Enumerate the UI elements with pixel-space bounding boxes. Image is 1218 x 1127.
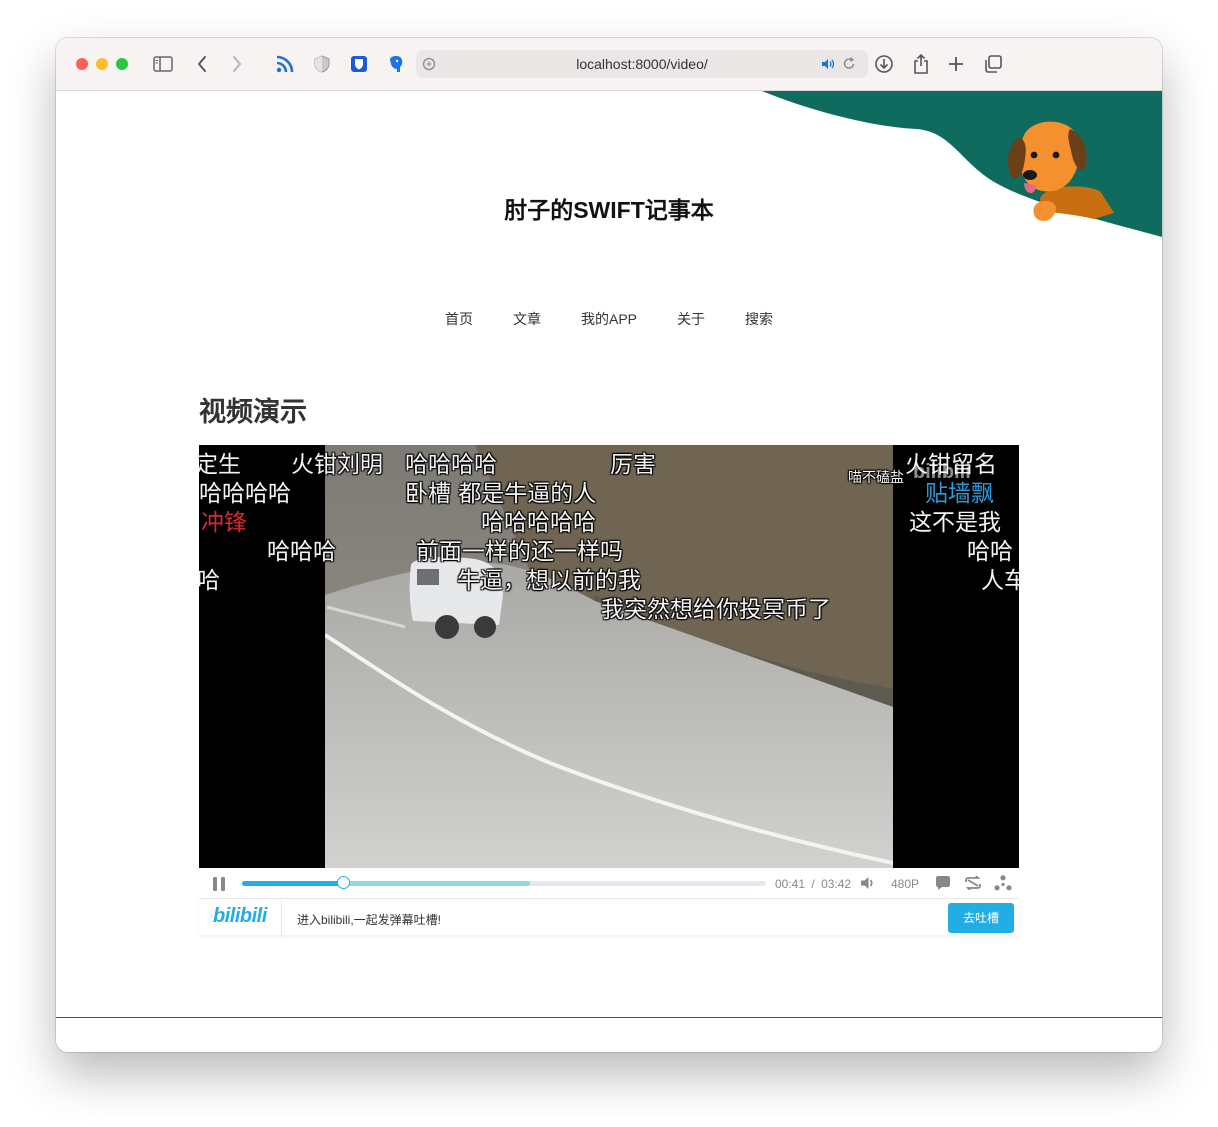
duration: 03:42 (821, 877, 852, 891)
volume-icon[interactable] (860, 876, 876, 890)
loop-icon[interactable] (964, 876, 982, 890)
main-nav: 首页 文章 我的APP 关于 搜索 (56, 309, 1162, 329)
minimize-window-button[interactable] (96, 58, 108, 70)
danmaku-comment: 火钳刘明 (291, 452, 383, 478)
url-text: localhost:8000/video/ (576, 56, 708, 72)
danmaku-comment: 冲锋 (201, 510, 247, 536)
close-window-button[interactable] (76, 58, 88, 70)
bilibili-watermark: bilibili (913, 461, 971, 483)
divider (281, 901, 282, 937)
danmaku-prompt-bar: bilibili 进入bilibili,一起发弹幕吐槽! 去吐槽 (199, 899, 1019, 937)
reload-icon[interactable] (843, 57, 856, 70)
danmaku-comment: 我突然想给你投冥币了 (601, 597, 831, 623)
nav-articles[interactable]: 文章 (513, 309, 541, 329)
browser-toolbar: localhost:8000/video/ (56, 38, 1162, 91)
downloads-icon[interactable] (872, 52, 896, 76)
video-area[interactable]: 定生 火钳刘明 哈哈哈哈 厉害 火钳留名 哈哈哈哈 卧槽 都是牛逼的人 喵不磕盐… (199, 445, 1019, 868)
progress-thumb[interactable] (337, 876, 351, 889)
elephant-extension-icon[interactable] (384, 52, 408, 76)
forward-icon[interactable] (225, 52, 249, 76)
danmaku-toggle-icon[interactable] (935, 876, 951, 891)
time-separator: / (811, 877, 815, 891)
time-display: 00:41 / 03:42 (775, 877, 851, 891)
back-icon[interactable] (190, 52, 214, 76)
zoom-window-button[interactable] (116, 58, 128, 70)
rss-extension-icon[interactable] (273, 52, 297, 76)
bilibili-player: 定生 火钳刘明 哈哈哈哈 厉害 火钳留名 哈哈哈哈 卧槽 都是牛逼的人 喵不磕盐… (199, 445, 1019, 937)
site-title[interactable]: 肘子的SWIFT记事本 (56, 191, 1162, 225)
nav-search[interactable]: 搜索 (745, 309, 773, 329)
danmaku-comment: 哈哈哈 (267, 539, 336, 565)
danmaku-comment: 厉害 (610, 452, 656, 478)
danmaku-comment: 哈 (199, 568, 220, 594)
share-icon[interactable] (909, 52, 933, 76)
quality-selector[interactable]: 480P (891, 877, 919, 891)
bitwarden-extension-icon[interactable] (347, 52, 371, 76)
nav-home[interactable]: 首页 (445, 309, 473, 329)
browser-window: localhost:8000/video/ 肘子的SWIFT记事本 首页 文章 … (56, 38, 1162, 1052)
video-frame (325, 445, 893, 868)
new-tab-icon[interactable] (944, 52, 968, 76)
address-bar[interactable]: localhost:8000/video/ (416, 50, 868, 78)
go-comment-button[interactable]: 去吐槽 (948, 903, 1014, 933)
pause-icon[interactable] (211, 876, 227, 892)
progress-played (242, 881, 345, 886)
page-content: 肘子的SWIFT记事本 首页 文章 我的APP 关于 搜索 视频演示 定生 火钳… (56, 91, 1162, 1052)
shield-extension-icon[interactable] (310, 52, 334, 76)
audio-playing-icon[interactable] (821, 58, 835, 70)
danmaku-comment: 喵不磕盐 (848, 470, 904, 486)
current-time: 00:41 (775, 877, 806, 891)
nav-my-app[interactable]: 我的APP (581, 309, 637, 329)
progress-track[interactable] (242, 876, 766, 889)
danmaku-prompt-text: 进入bilibili,一起发弹幕吐槽! (297, 913, 442, 927)
player-controls: 00:41 / 03:42 480P (199, 868, 1019, 899)
nav-about[interactable]: 关于 (677, 309, 705, 329)
danmaku-comment: 人车 (981, 568, 1019, 594)
sidebar-toggle-icon[interactable] (151, 52, 175, 76)
tab-overview-icon[interactable] (981, 52, 1005, 76)
footer-divider (56, 1017, 1162, 1018)
bilibili-logo[interactable]: bilibili (213, 905, 267, 928)
page-heading: 视频演示 (199, 397, 307, 427)
settings-icon[interactable] (994, 875, 1012, 891)
